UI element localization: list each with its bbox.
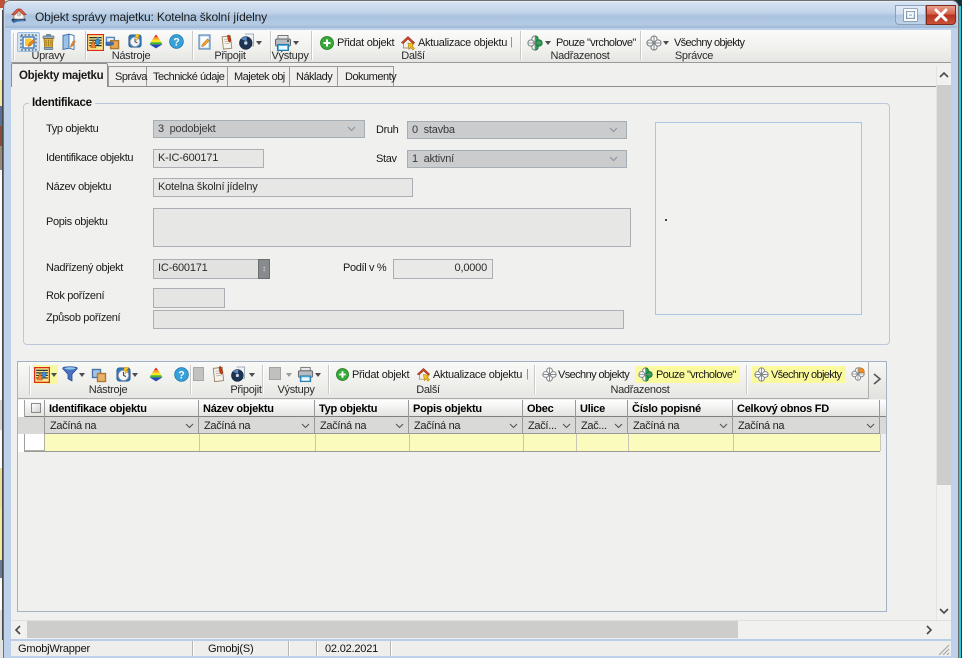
svg-text:?: ?: [173, 36, 179, 48]
svg-text:?: ?: [178, 369, 184, 381]
